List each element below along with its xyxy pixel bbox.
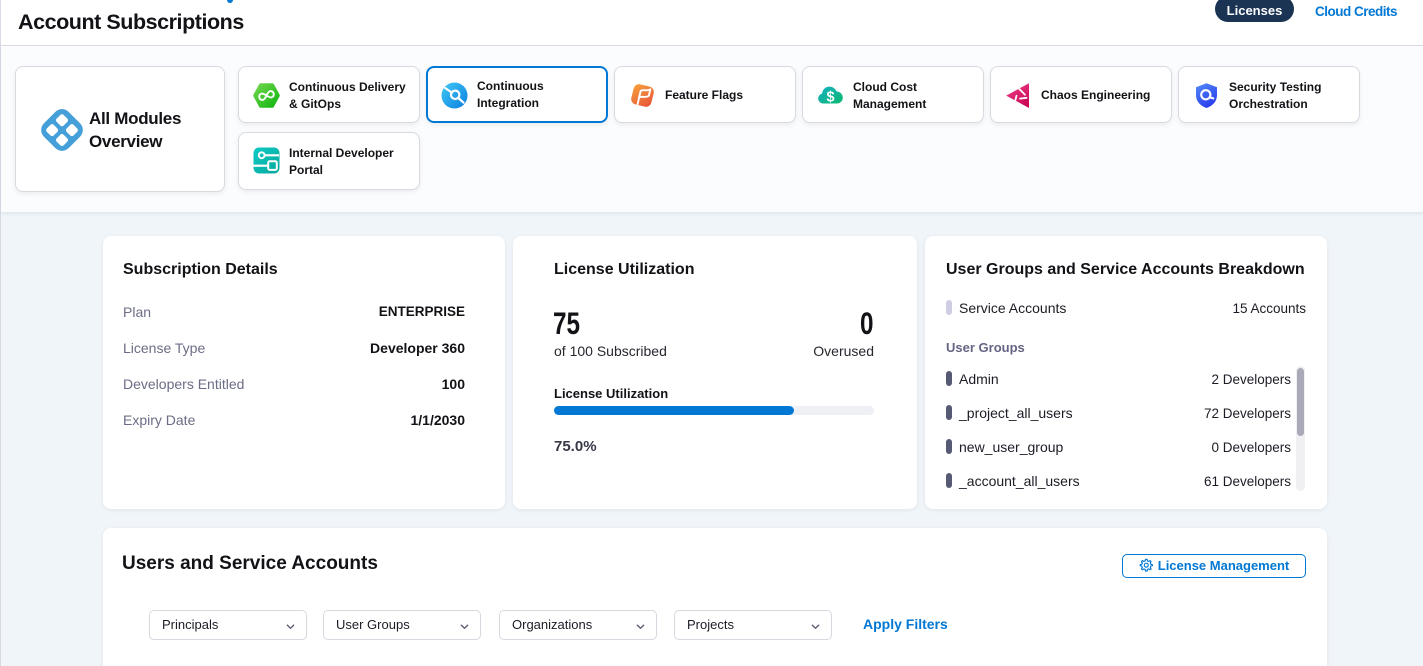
svg-text:$: $ (826, 89, 834, 105)
